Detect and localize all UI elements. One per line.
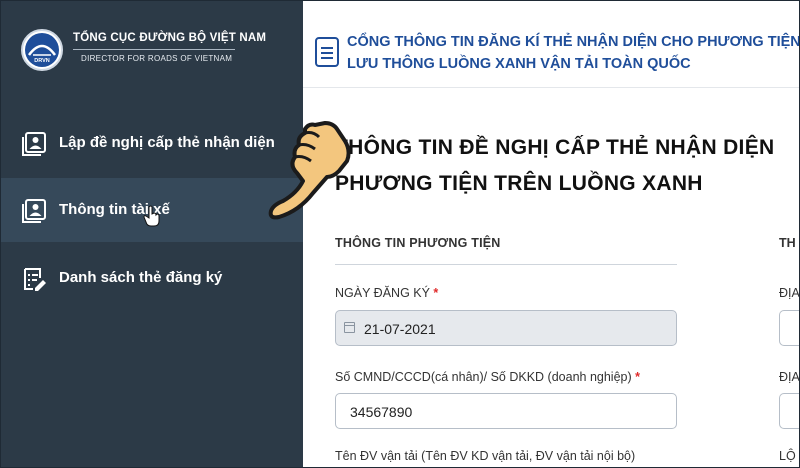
id-number-label: Số CMND/CCCD(cá nhân)/ Số DKKD (doanh ng… (335, 370, 640, 384)
sidebar: DRVN TỔNG CỤC ĐƯỜNG BỘ VIỆT NAM DIRECTOR… (1, 1, 303, 467)
driver-card-icon (22, 199, 46, 223)
transport-unit-label: Tên ĐV vận tải (Tên ĐV KD vận tải, ĐV vậ… (335, 449, 636, 463)
sidebar-item-card-list[interactable]: Danh sách thẻ đăng ký (1, 246, 303, 310)
right-field-label: ĐỊA (779, 286, 799, 300)
right-field-input[interactable] (779, 393, 799, 429)
section-divider (335, 264, 677, 265)
section-right-title: TH (779, 236, 796, 250)
right-field-label: LỘ (779, 449, 796, 463)
pointing-hand-icon (268, 121, 351, 220)
org-divider (73, 49, 235, 50)
reg-date-field[interactable]: 21-07-2021 (335, 310, 677, 346)
app-window: DRVN TỔNG CỤC ĐƯỜNG BỘ VIỆT NAM DIRECTOR… (0, 0, 800, 468)
org-name: TỔNG CỤC ĐƯỜNG BỘ VIỆT NAM (73, 32, 267, 44)
required-mark: * (635, 370, 641, 384)
id-number-field[interactable]: 34567890 (335, 393, 677, 429)
reg-date-label: NGÀY ĐĂNG KÝ * (335, 286, 438, 300)
section-vehicle-info: THÔNG TIN PHƯƠNG TIỆN (335, 236, 501, 250)
id-number-value: 34567890 (350, 404, 413, 420)
right-field-label: ĐỊA (779, 370, 799, 384)
right-field-input[interactable] (779, 310, 799, 346)
main-content: THÔNG TIN ĐỀ NGHỊ CẤP THẺ NHẬN DIỆN PHƯƠ… (303, 88, 799, 467)
list-edit-icon (24, 268, 46, 291)
hand-pointer-cursor-icon (143, 205, 160, 227)
drvn-logo: DRVN (21, 29, 63, 71)
org-subtitle: DIRECTOR FOR ROADS OF VIETNAM (81, 54, 233, 63)
calendar-icon (344, 322, 355, 333)
sidebar-item-label: Lập đề nghị cấp thẻ nhận diện (59, 134, 275, 151)
id-card-icon (22, 132, 46, 156)
reg-date-value: 21-07-2021 (364, 321, 436, 337)
sidebar-item-label: Danh sách thẻ đăng ký (59, 269, 223, 286)
page-title: THÔNG TIN ĐỀ NGHỊ CẤP THẺ NHẬN DIỆN PHƯƠ… (335, 136, 775, 195)
sidebar-item-create-request[interactable]: Lập đề nghị cấp thẻ nhận diện (1, 111, 303, 175)
portal-title: CỔNG THÔNG TIN ĐĂNG KÍ THẺ NHẬN DIỆN CHO… (347, 34, 800, 72)
reg-date-label-text: NGÀY ĐĂNG KÝ (335, 286, 430, 300)
menu-icon[interactable] (315, 37, 339, 67)
portal-header: CỔNG THÔNG TIN ĐĂNG KÍ THẺ NHẬN DIỆN CHO… (303, 1, 799, 88)
required-mark: * (433, 286, 439, 300)
logo-text: DRVN (34, 58, 50, 64)
id-number-label-text: Số CMND/CCCD(cá nhân)/ Số DKKD (doanh ng… (335, 370, 632, 384)
